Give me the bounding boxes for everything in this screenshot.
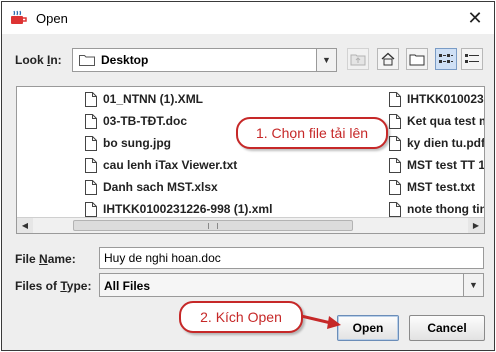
window-title: Open — [36, 11, 68, 26]
horizontal-scrollbar[interactable]: ◀ ▶ — [17, 217, 484, 233]
file-name: Danh sach MST.xlsx — [103, 180, 218, 194]
file-item[interactable]: bo sung.jpg — [85, 134, 171, 152]
file-name: Ket qua test m — [407, 114, 485, 128]
chevron-down-icon: ▼ — [322, 55, 331, 65]
app-coffee-icon — [11, 10, 27, 24]
close-icon: ✕ — [467, 8, 483, 28]
file-item[interactable]: Ket qua test m — [389, 112, 485, 130]
callout-choose-file: 1. Chọn file tải lên — [236, 117, 388, 149]
file-name-label: File Name: — [15, 252, 76, 266]
file-list[interactable]: 01_NTNN (1).XML 03-TB-TĐT.doc bo sung.jp… — [16, 86, 485, 234]
files-of-type-label: Files of Type: — [15, 279, 91, 293]
up-folder-button[interactable] — [347, 48, 369, 70]
file-icon — [389, 91, 401, 107]
file-name: note thong tin — [407, 202, 485, 216]
chevron-left-icon: ◀ — [21, 221, 29, 230]
file-icon — [389, 135, 401, 151]
file-name: IHTKK010023 — [407, 92, 484, 106]
details-view-button[interactable] — [461, 48, 483, 70]
look-in-label-pre: Look — [15, 53, 47, 67]
file-item[interactable]: MST test.txt — [389, 178, 475, 196]
new-folder-button[interactable] — [406, 48, 428, 70]
title-bar: Open ✕ — [2, 2, 494, 34]
file-name-label-mnemonic: N — [39, 252, 48, 266]
file-item[interactable]: 01_NTNN (1).XML — [85, 90, 203, 108]
file-item[interactable]: 03-TB-TĐT.doc — [85, 112, 187, 130]
file-name-input[interactable]: Huy de nghi hoan.doc — [99, 247, 484, 269]
callout-click-open: 2. Kích Open — [179, 301, 303, 333]
home-icon — [381, 52, 395, 66]
file-icon — [85, 135, 97, 151]
new-folder-icon — [409, 54, 425, 66]
file-item[interactable]: note thong tin — [389, 200, 485, 218]
look-in-value: Desktop — [101, 53, 149, 67]
file-name: bo sung.jpg — [103, 136, 171, 150]
file-icon — [389, 157, 401, 173]
look-in-combobox[interactable]: Desktop ▼ — [72, 48, 337, 72]
file-name-label-post: ame: — [47, 252, 76, 266]
file-item[interactable]: MST test TT 1 — [389, 156, 485, 174]
file-item[interactable]: IHTKK0100231226-998 (1).xml — [85, 200, 272, 218]
file-icon — [85, 201, 97, 217]
up-folder-icon — [350, 54, 366, 66]
file-item[interactable]: Danh sach MST.xlsx — [85, 178, 218, 196]
look-in-label-post: n: — [50, 53, 62, 67]
cancel-button[interactable]: Cancel — [409, 315, 485, 341]
files-of-type-label-post: ype: — [66, 279, 92, 293]
file-name-label-pre: File — [15, 252, 40, 266]
files-of-type-label-pre: Files of — [15, 279, 61, 293]
file-icon — [389, 201, 401, 217]
file-name: 01_NTNN (1).XML — [103, 92, 204, 106]
home-button[interactable] — [377, 48, 399, 70]
files-of-type-value: All Files — [104, 279, 151, 293]
file-icon — [85, 113, 97, 129]
chevron-down-icon: ▼ — [469, 280, 478, 290]
open-dialog: Open ✕ Look In: Desktop ▼ 01_NTNN (1).XM… — [1, 1, 495, 351]
file-name: ky dien tu.pdf — [407, 136, 485, 150]
file-name: MST test TT 1 — [407, 158, 485, 172]
chevron-right-icon: ▶ — [472, 221, 480, 230]
open-button[interactable]: Open — [337, 315, 399, 341]
file-icon — [85, 179, 97, 195]
file-icon — [85, 91, 97, 107]
scroll-right-button[interactable]: ▶ — [468, 218, 484, 233]
files-of-type-combobox[interactable]: All Files ▼ — [99, 273, 484, 297]
file-icon — [389, 113, 401, 129]
file-icon — [389, 179, 401, 195]
details-view-icon — [465, 54, 479, 63]
file-name: 03-TB-TĐT.doc — [103, 114, 187, 128]
list-view-button[interactable] — [435, 48, 457, 70]
file-name: MST test.txt — [407, 180, 476, 194]
callout-arrow-icon — [301, 314, 341, 329]
file-item[interactable]: cau lenh iTax Viewer.txt — [85, 156, 237, 174]
scroll-left-button[interactable]: ◀ — [17, 218, 33, 233]
close-button[interactable]: ✕ — [462, 6, 488, 30]
file-icon — [85, 157, 97, 173]
list-view-icon — [439, 54, 453, 63]
folder-icon — [79, 55, 95, 66]
file-item[interactable]: IHTKK010023 — [389, 90, 484, 108]
scrollbar-thumb[interactable] — [73, 220, 353, 231]
file-item[interactable]: ky dien tu.pdf — [389, 134, 485, 152]
look-in-label: Look In: — [15, 53, 62, 67]
files-of-type-dropdown-arrow[interactable]: ▼ — [463, 274, 483, 296]
look-in-dropdown-arrow[interactable]: ▼ — [316, 49, 336, 71]
file-name: IHTKK0100231226-998 (1).xml — [103, 202, 273, 216]
grip-icon — [208, 223, 218, 229]
file-name: cau lenh iTax Viewer.txt — [103, 158, 238, 172]
